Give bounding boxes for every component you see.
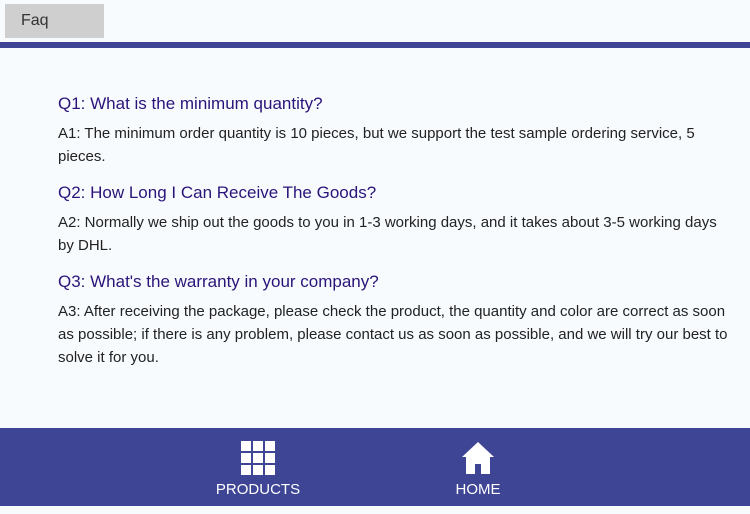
bottom-nav-bar: PRODUCTS HOME [0, 428, 750, 506]
faq-item: Q1: What is the minimum quantity? A1: Th… [58, 94, 728, 168]
products-button[interactable]: PRODUCTS [198, 428, 318, 498]
tab-faq[interactable]: Faq [5, 4, 104, 38]
home-button[interactable]: HOME [418, 428, 538, 498]
grid-icon [241, 441, 275, 475]
faq-answer: A1: The minimum order quantity is 10 pie… [58, 125, 695, 165]
home-icon [462, 442, 494, 474]
faq-item: Q2: How Long I Can Receive The Goods? A2… [58, 183, 728, 257]
header-divider [0, 42, 750, 48]
faq-answer: A3: After receiving the package, please … [58, 303, 728, 366]
faq-item: Q3: What's the warranty in your company?… [58, 272, 728, 369]
faq-question: Q3: What's the warranty in your company? [58, 272, 379, 291]
products-label: PRODUCTS [215, 481, 301, 498]
faq-question: Q2: How Long I Can Receive The Goods? [58, 183, 377, 202]
faq-answer: A2: Normally we ship out the goods to yo… [58, 214, 717, 254]
home-label: HOME [455, 481, 501, 498]
faq-list: Q1: What is the minimum quantity? A1: Th… [58, 94, 728, 384]
faq-question: Q1: What is the minimum quantity? [58, 94, 323, 113]
